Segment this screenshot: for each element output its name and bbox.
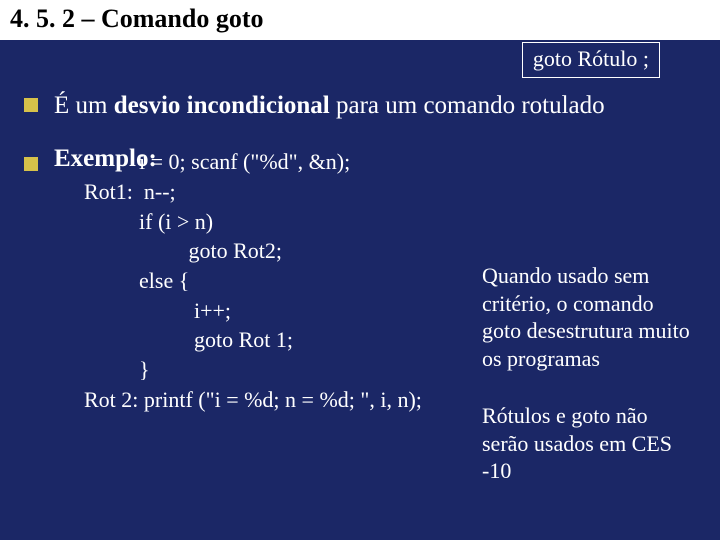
b1-part-b: desvio incondicional [114, 92, 330, 119]
code-block: i = 0; scanf ("%d", &n); Rot1: n--; if (… [54, 147, 422, 414]
bullet-item-1: É um desvio incondicional para um comand… [24, 90, 696, 121]
slide-title: 4. 5. 2 – Comando goto [0, 0, 720, 40]
syntax-box: goto Rótulo ; [522, 42, 660, 78]
side-notes: Quando usado sem critério, o comando got… [482, 262, 692, 485]
bullet-icon [24, 157, 38, 171]
bullet-text-1: É um desvio incondicional para um comand… [54, 90, 605, 121]
b1-part-c: para um comando rotulado [330, 92, 605, 119]
note-2: Rótulos e goto não serão usados em CES -… [482, 402, 692, 485]
exemplo-label: Exemplo: [54, 145, 157, 173]
bullet-icon [24, 98, 38, 112]
b1-part-a: É um [54, 92, 114, 119]
note-1: Quando usado sem critério, o comando got… [482, 262, 692, 372]
